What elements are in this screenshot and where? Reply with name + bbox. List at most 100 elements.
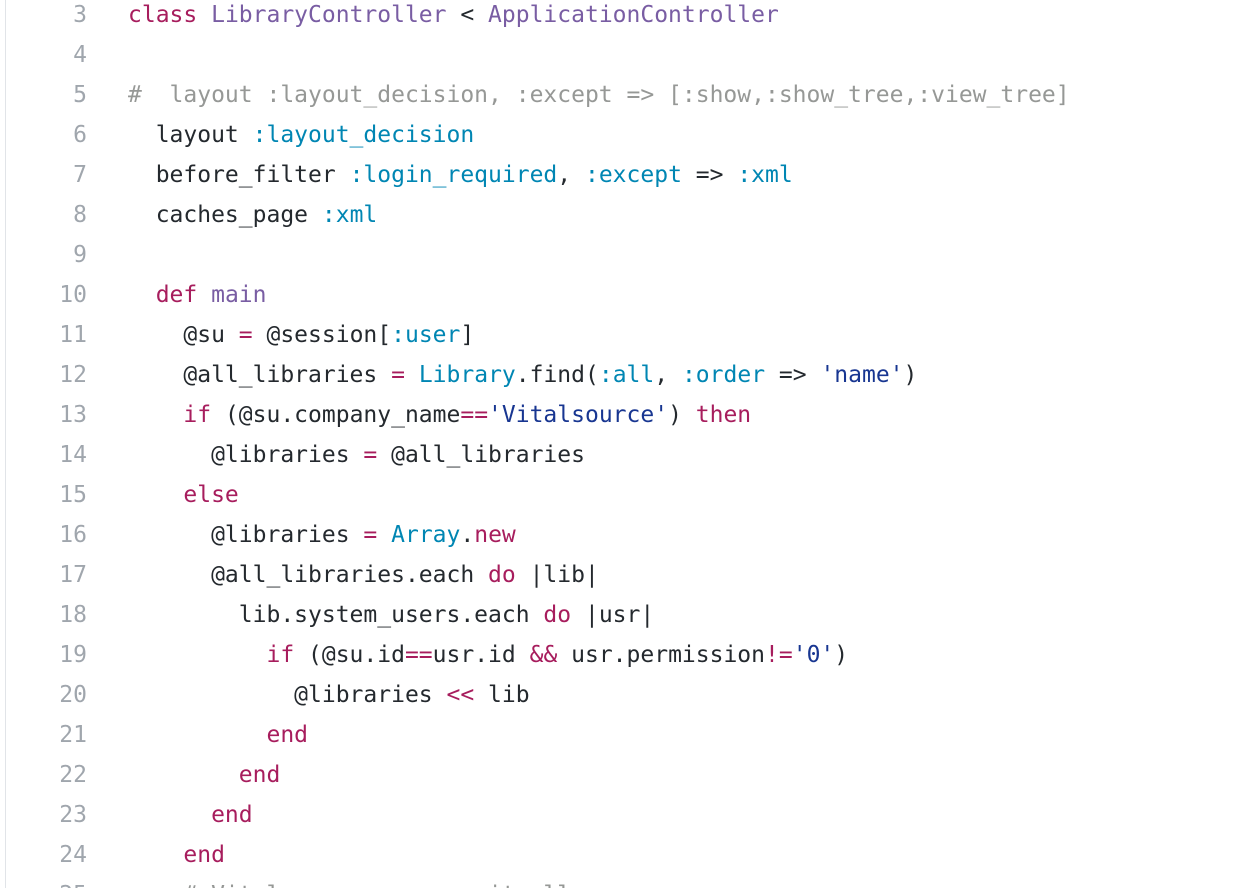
code-token: @su bbox=[128, 322, 239, 348]
line-code: # layout :layout_decision, :except => [:… bbox=[87, 75, 1070, 115]
code-token: before_filter bbox=[128, 162, 350, 188]
code-token: caches_page bbox=[128, 202, 322, 228]
code-token: do bbox=[543, 602, 572, 628]
code-token: 'name' bbox=[820, 362, 904, 388]
code-token: :login_required bbox=[349, 162, 558, 188]
code-token: , bbox=[654, 362, 682, 388]
code-line: 5 # layout :layout_decision, :except => [… bbox=[0, 75, 1070, 115]
code-line: 8 caches_page :xml bbox=[0, 195, 1070, 235]
code-line: 4 bbox=[0, 35, 1070, 75]
code-token: LibraryController bbox=[211, 2, 447, 28]
code-token: @all_libraries.each bbox=[128, 562, 489, 588]
code-token: @all_libraries bbox=[377, 442, 585, 468]
code-body: 3 class LibraryController < ApplicationCo… bbox=[0, 0, 1070, 888]
code-line: 3 class LibraryController < ApplicationCo… bbox=[0, 0, 1070, 35]
line-number[interactable]: 13 bbox=[0, 395, 87, 435]
line-number[interactable]: 6 bbox=[0, 115, 87, 155]
code-table: 3 class LibraryController < ApplicationCo… bbox=[0, 0, 1070, 888]
code-token: :xml bbox=[737, 162, 793, 188]
line-code: @libraries = Array.new bbox=[87, 515, 1070, 555]
code-token: :user bbox=[391, 322, 461, 348]
line-code: layout :layout_decision bbox=[87, 115, 1070, 155]
line-number[interactable]: 14 bbox=[0, 435, 87, 475]
code-token: (@su.company_name bbox=[211, 402, 461, 428]
code-line: 18 lib.system_users.each do |usr| bbox=[0, 595, 1070, 635]
line-code bbox=[87, 35, 1070, 75]
code-token: => bbox=[681, 162, 738, 188]
line-code: @libraries = @all_libraries bbox=[87, 435, 1070, 475]
code-line: 25 # Vitalsource can see it all bbox=[0, 875, 1070, 888]
code-token: => bbox=[765, 362, 821, 388]
line-number[interactable]: 18 bbox=[0, 595, 87, 635]
code-token: then bbox=[695, 402, 752, 428]
code-token: && bbox=[529, 642, 558, 668]
code-token: |lib| bbox=[515, 562, 599, 588]
code-line: 16 @libraries = Array.new bbox=[0, 515, 1070, 555]
line-number[interactable]: 17 bbox=[0, 555, 87, 595]
code-token: lib bbox=[474, 682, 530, 708]
line-number[interactable]: 23 bbox=[0, 795, 87, 835]
code-line: 15 else bbox=[0, 475, 1070, 515]
code-line: 14 @libraries = @all_libraries bbox=[0, 435, 1070, 475]
code-token: ApplicationController bbox=[488, 2, 779, 28]
line-number[interactable]: 21 bbox=[0, 715, 87, 755]
code-token: # layout :layout_decision, :except => [:… bbox=[128, 82, 1070, 108]
line-number[interactable]: 20 bbox=[0, 675, 87, 715]
code-line: 20 @libraries << lib bbox=[0, 675, 1070, 715]
code-token: ) bbox=[834, 642, 849, 668]
line-code: @all_libraries.each do |lib| bbox=[87, 555, 1070, 595]
code-token: @libraries bbox=[128, 442, 364, 468]
code-line: 21 end bbox=[0, 715, 1070, 755]
line-number[interactable]: 3 bbox=[0, 0, 87, 35]
line-code: @su = @session[:user] bbox=[87, 315, 1070, 355]
line-code: before_filter :login_required, :except =… bbox=[87, 155, 1070, 195]
code-token: lib.system_users.each bbox=[128, 602, 544, 628]
line-number[interactable]: 15 bbox=[0, 475, 87, 515]
code-token: Array bbox=[391, 522, 461, 548]
code-token: def bbox=[128, 282, 212, 308]
code-line: 7 before_filter :login_required, :except… bbox=[0, 155, 1070, 195]
line-code: end bbox=[87, 795, 1070, 835]
line-number[interactable]: 25 bbox=[0, 875, 87, 888]
line-number[interactable]: 22 bbox=[0, 755, 87, 795]
code-token: . bbox=[460, 522, 475, 548]
line-number[interactable]: 8 bbox=[0, 195, 87, 235]
code-token: :order bbox=[681, 362, 766, 388]
line-code: else bbox=[87, 475, 1070, 515]
code-token: layout bbox=[128, 122, 253, 148]
line-code: caches_page :xml bbox=[87, 195, 1070, 235]
code-line: 12 @all_libraries = Library.find(:all, :… bbox=[0, 355, 1070, 395]
line-code: def main bbox=[87, 275, 1070, 315]
line-number[interactable]: 7 bbox=[0, 155, 87, 195]
line-code: # Vitalsource can see it all bbox=[87, 875, 1070, 888]
code-token: .find( bbox=[515, 362, 599, 388]
code-token: = bbox=[238, 322, 253, 348]
code-token: :all bbox=[598, 362, 655, 388]
code-viewer: 3 class LibraryController < ApplicationCo… bbox=[0, 0, 1238, 888]
code-token: 'Vitalsource' bbox=[488, 402, 669, 428]
code-token: = bbox=[391, 362, 405, 388]
line-number[interactable]: 4 bbox=[0, 35, 87, 75]
code-token: :xml bbox=[321, 202, 378, 228]
line-code: @all_libraries = Library.find(:all, :ord… bbox=[87, 355, 1070, 395]
line-number[interactable]: 9 bbox=[0, 235, 87, 275]
code-token: if bbox=[128, 402, 212, 428]
code-token: :layout_decision bbox=[252, 122, 475, 148]
code-token: ) bbox=[668, 402, 696, 428]
code-token: usr.permission bbox=[557, 642, 766, 668]
code-line: 19 if (@su.id==usr.id && usr.permission!… bbox=[0, 635, 1070, 675]
line-number[interactable]: 11 bbox=[0, 315, 87, 355]
code-token: |usr| bbox=[571, 602, 655, 628]
line-number[interactable]: 5 bbox=[0, 75, 87, 115]
line-number[interactable]: 24 bbox=[0, 835, 87, 875]
code-line: 6 layout :layout_decision bbox=[0, 115, 1070, 155]
line-number[interactable]: 19 bbox=[0, 635, 87, 675]
code-token: << bbox=[446, 682, 475, 708]
code-line: 9 bbox=[0, 235, 1070, 275]
code-line: 24 end bbox=[0, 835, 1070, 875]
line-number[interactable]: 16 bbox=[0, 515, 87, 555]
line-number[interactable]: 12 bbox=[0, 355, 87, 395]
line-number[interactable]: 10 bbox=[0, 275, 87, 315]
code-line: 13 if (@su.company_name=='Vitalsource') … bbox=[0, 395, 1070, 435]
